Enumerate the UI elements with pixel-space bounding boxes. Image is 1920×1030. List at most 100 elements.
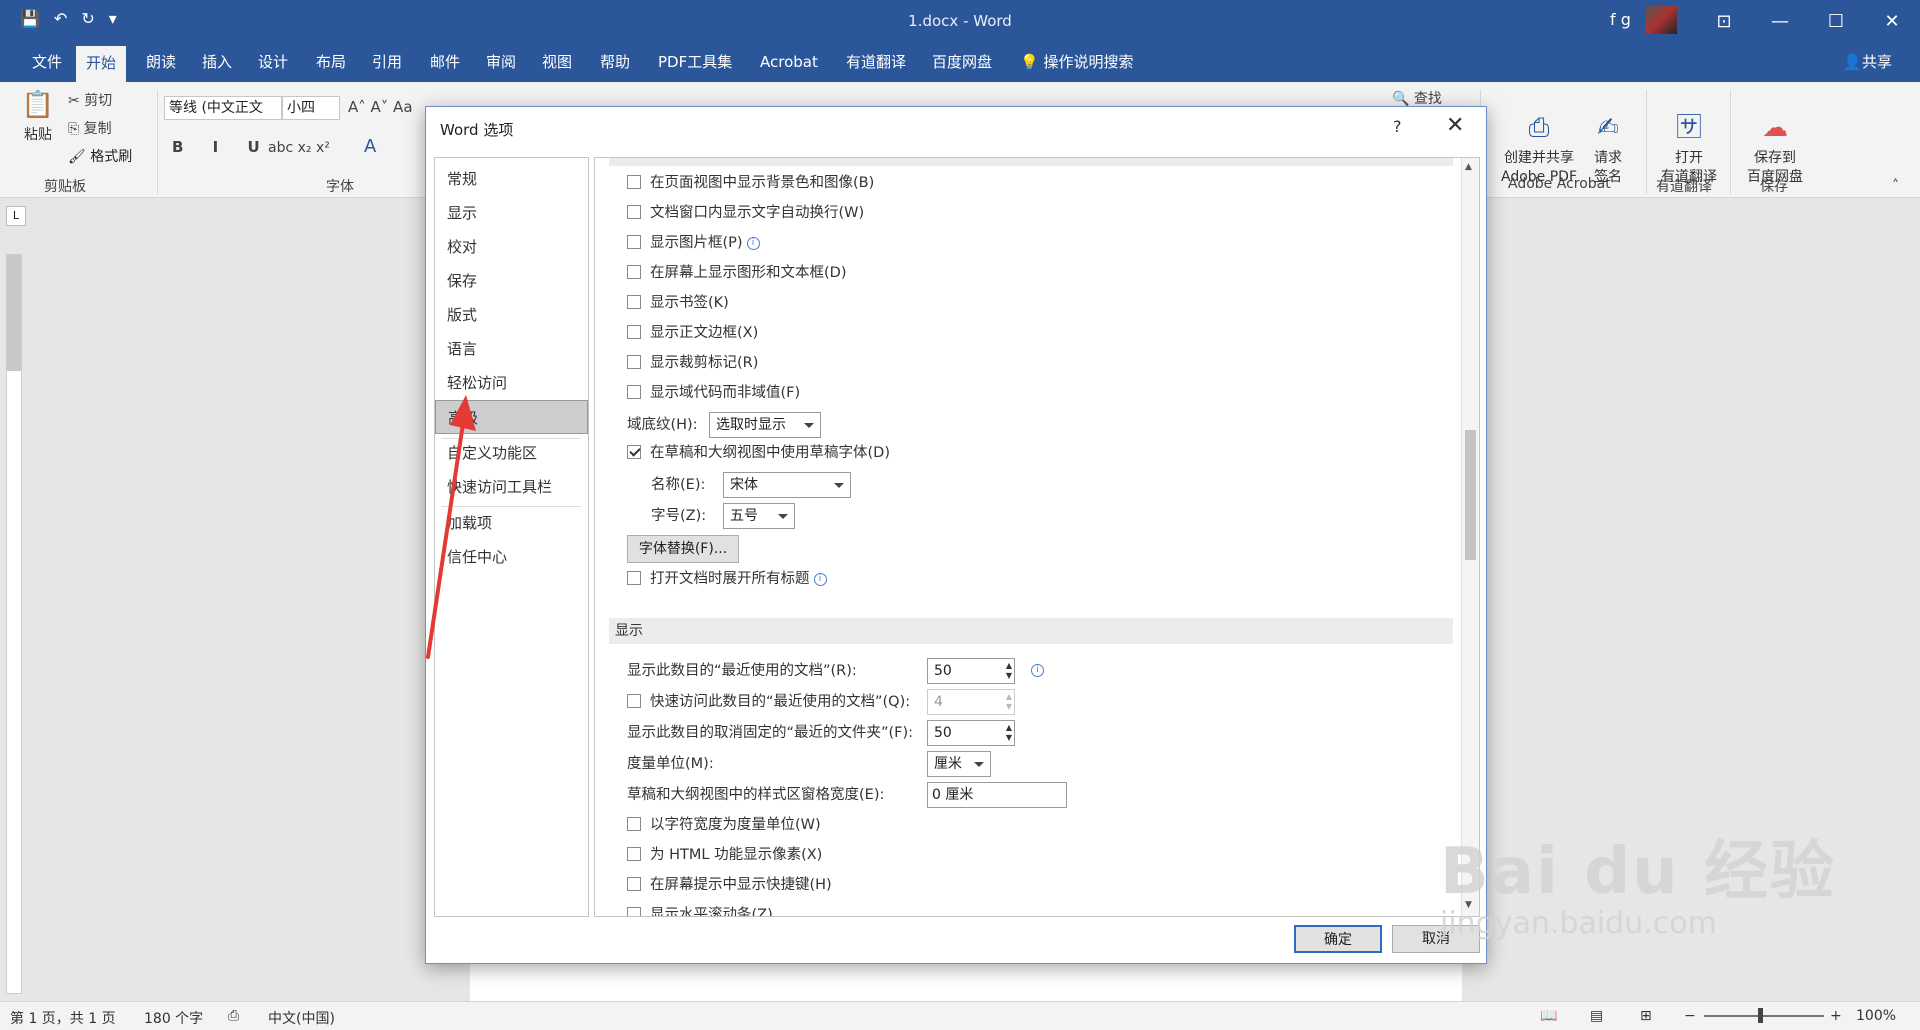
text-effects-icon[interactable]: A [364, 136, 376, 157]
unpinned-folders-spinner[interactable]: 50 ▲ ▼ [927, 720, 1015, 746]
read-mode-icon[interactable]: 📖 [1540, 1008, 1557, 1024]
zoom-slider-thumb[interactable] [1758, 1008, 1763, 1023]
nav-item-proofing[interactable]: 校对 [435, 230, 588, 264]
option-checkbox[interactable]: 在草稿和大纲视图中使用草稿字体(D) [627, 442, 890, 464]
option-checkbox[interactable]: 在屏幕上显示图形和文本框(D) [627, 262, 846, 284]
tab-view[interactable]: 视图 [532, 42, 582, 82]
youdao-open-button[interactable]: 🈂 打开 有道翻译 [1656, 94, 1722, 187]
tab-layout[interactable]: 布局 [306, 42, 356, 82]
checkbox[interactable] [627, 445, 641, 459]
checkbox[interactable] [627, 694, 641, 708]
word-count[interactable]: 180 个字 [144, 1008, 203, 1028]
option-checkbox[interactable]: 显示水平滚动条(Z) [627, 904, 773, 916]
zoom-out-icon[interactable]: − [1684, 1008, 1696, 1024]
ok-button[interactable]: 确定 [1294, 925, 1382, 953]
option-checkbox[interactable]: 快速访问此数目的“最近使用的文档”(Q): [627, 691, 910, 713]
option-checkbox[interactable]: 显示图片框(P) i [627, 232, 760, 254]
strikethrough-icon[interactable]: abc x₂ x² [268, 140, 330, 156]
copy-button[interactable]: ⎘ 复制 [68, 118, 112, 138]
checkbox[interactable] [627, 295, 641, 309]
options-scrollbar[interactable]: ▲ ▼ [1461, 158, 1479, 916]
style-area-width-input[interactable]: 0 厘米 [927, 782, 1067, 808]
maximize-button[interactable]: ☐ [1808, 0, 1864, 42]
checkbox[interactable] [627, 235, 641, 249]
help-button[interactable]: ? [1393, 117, 1402, 136]
nav-item-typography[interactable]: 版式 [435, 298, 588, 332]
tab-help[interactable]: 帮助 [590, 42, 640, 82]
avatar[interactable] [1645, 6, 1677, 34]
tab-references[interactable]: 引用 [362, 42, 412, 82]
checkbox[interactable] [627, 265, 641, 279]
cut-button[interactable]: ✂ 剪切 [68, 90, 112, 110]
dialog-close-button[interactable]: ✕ [1446, 113, 1464, 138]
option-checkbox[interactable]: 以字符宽度为度量单位(W) [627, 814, 821, 836]
web-layout-icon[interactable]: ⊞ [1640, 1008, 1652, 1024]
font-format-buttons[interactable]: B I U [172, 138, 272, 156]
acrobat-sign-button[interactable]: ✍ 请求 签名 [1588, 94, 1628, 187]
tab-read-aloud[interactable]: 朗读 [136, 42, 186, 82]
nav-item-display[interactable]: 显示 [435, 196, 588, 230]
tab-pdf-tools[interactable]: PDF工具集 [648, 42, 742, 82]
option-checkbox[interactable]: 打开文档时展开所有标题 i [627, 568, 827, 590]
recent-docs-spinner[interactable]: 50 ▲ ▼ [927, 658, 1015, 684]
checkbox[interactable] [627, 325, 641, 339]
grow-font-icon[interactable]: A˄ A˅ Aa [348, 98, 413, 116]
checkbox[interactable] [627, 877, 641, 891]
share-button[interactable]: 👤共享 [1843, 42, 1892, 82]
print-layout-icon[interactable]: ▤ [1590, 1008, 1603, 1024]
option-checkbox[interactable]: 文档窗口内显示文字自动换行(W) [627, 202, 864, 224]
user-name[interactable]: f g [1610, 10, 1631, 29]
language-indicator[interactable]: 中文(中国) [268, 1008, 335, 1028]
option-checkbox[interactable]: 为 HTML 功能显示像素(X) [627, 844, 822, 866]
checkbox[interactable] [627, 907, 641, 916]
nav-item-save[interactable]: 保存 [435, 264, 588, 298]
tab-insert[interactable]: 插入 [192, 42, 242, 82]
tab-youdao[interactable]: 有道翻译 [836, 42, 916, 82]
font-size-combo[interactable]: 小四 [282, 96, 340, 120]
draft-font-name-dropdown[interactable]: 宋体 [723, 472, 851, 498]
zoom-in-icon[interactable]: + [1830, 1008, 1842, 1024]
option-checkbox[interactable]: 显示裁剪标记(R) [627, 352, 758, 374]
scroll-thumb[interactable] [1465, 430, 1476, 560]
option-checkbox[interactable]: 在页面视图中显示背景色和图像(B) [627, 172, 874, 194]
font-name-combo[interactable]: 等线 (中文正文 [164, 96, 282, 120]
checkbox[interactable] [627, 847, 641, 861]
tab-selector[interactable]: L [6, 206, 26, 226]
checkbox[interactable] [627, 205, 641, 219]
minimize-button[interactable]: — [1752, 0, 1808, 42]
option-checkbox[interactable]: 在屏幕提示中显示快捷键(H) [627, 874, 832, 896]
tab-file[interactable]: 文件 [22, 42, 72, 82]
acrobat-create-button[interactable]: ⎙ 创建并共享 Adobe PDF [1496, 94, 1582, 187]
tab-design[interactable]: 设计 [248, 42, 298, 82]
nav-item-general[interactable]: 常规 [435, 162, 588, 196]
tab-home[interactable]: 开始 [76, 46, 127, 82]
tab-mailings[interactable]: 邮件 [420, 42, 470, 82]
units-dropdown[interactable]: 厘米 [927, 751, 991, 777]
ribbon-display-options-icon[interactable]: ⊡ [1696, 0, 1752, 42]
draft-font-size-dropdown[interactable]: 五号 [723, 503, 795, 529]
close-button[interactable]: ✕ [1864, 0, 1920, 42]
collapse-ribbon-icon[interactable]: ˄ [1892, 178, 1899, 194]
paste-button[interactable]: 📋 粘贴 [18, 90, 58, 145]
format-painter-button[interactable]: 🖌 格式刷 [68, 146, 132, 166]
field-shading-dropdown[interactable]: 选取时显示 [709, 412, 821, 438]
option-checkbox[interactable]: 显示书签(K) [627, 292, 729, 314]
page-count[interactable]: 第 1 页，共 1 页 [10, 1008, 116, 1028]
zoom-slider[interactable] [1704, 1015, 1824, 1017]
tab-review[interactable]: 审阅 [476, 42, 526, 82]
option-checkbox[interactable]: 显示正文边框(X) [627, 322, 758, 344]
scroll-up-icon[interactable]: ▲ [1465, 162, 1472, 172]
proofing-icon[interactable]: ⎙ [228, 1008, 239, 1024]
checkbox[interactable] [627, 175, 641, 189]
checkbox[interactable] [627, 817, 641, 831]
find-button[interactable]: 🔍 查找 [1392, 88, 1442, 108]
tab-acrobat[interactable]: Acrobat [750, 42, 828, 82]
tell-me-search[interactable]: 💡 操作说明搜索 [1020, 42, 1133, 82]
tab-baidu-netdisk[interactable]: 百度网盘 [922, 42, 1002, 82]
baidu-save-button[interactable]: ☁ 保存到 百度网盘 [1742, 94, 1808, 187]
font-substitution-button[interactable]: 字体替换(F)... [627, 535, 739, 563]
zoom-level[interactable]: 100% [1856, 1008, 1896, 1024]
checkbox[interactable] [627, 571, 641, 585]
checkbox[interactable] [627, 355, 641, 369]
option-checkbox[interactable]: 显示域代码而非域值(F) [627, 382, 800, 404]
